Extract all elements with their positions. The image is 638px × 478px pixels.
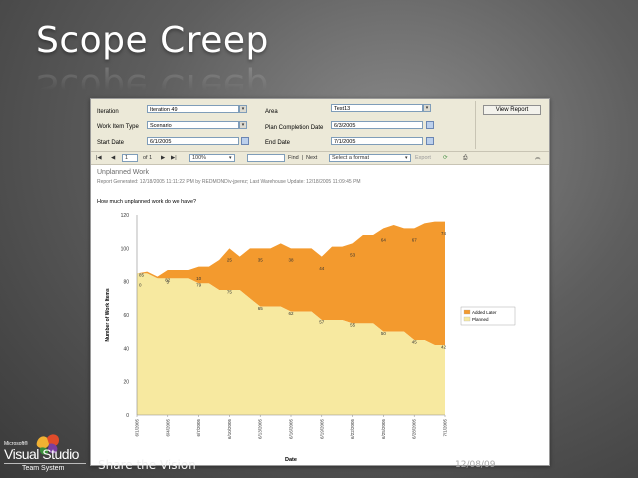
work-item-type-label: Work Item Type xyxy=(97,124,139,130)
x-tick-label: 6/22/2005 xyxy=(350,419,355,440)
plan-completion-date-field[interactable]: 6/3/2005 xyxy=(331,121,423,129)
chevron-down-icon[interactable]: ▾ xyxy=(423,104,431,112)
data-label: 79 xyxy=(196,283,202,288)
x-tick-label: 6/7/2005 xyxy=(196,419,201,437)
next-link[interactable]: Next xyxy=(306,154,317,162)
y-tick-label: 40 xyxy=(123,346,129,352)
x-tick-label: 6/28/2005 xyxy=(412,419,417,440)
data-label: 85 xyxy=(139,273,145,278)
legend-label: Added Later xyxy=(472,310,497,315)
footer-text: Share the Vision xyxy=(98,458,196,472)
last-page-icon[interactable]: ▶| xyxy=(171,154,177,162)
report-parameters: Iteration Iteration 49 ▾ Work Item Type … xyxy=(91,99,549,152)
page-number-input[interactable]: 1 xyxy=(122,154,138,162)
next-page-icon[interactable]: ▶ xyxy=(161,154,165,162)
chevron-down-icon[interactable]: ▾ xyxy=(239,121,247,129)
logo-edition-text: Team System xyxy=(22,465,65,472)
data-label: 42 xyxy=(441,344,447,349)
y-tick-label: 100 xyxy=(121,246,130,252)
slide-title: Scope Creep xyxy=(36,20,269,61)
legend-swatch xyxy=(463,309,471,315)
calendar-icon[interactable] xyxy=(426,121,434,129)
print-icon[interactable]: ⎙ xyxy=(463,154,467,162)
export-format-select[interactable]: Select a format xyxy=(329,154,411,162)
start-date-field[interactable]: 6/1/2005 xyxy=(147,137,239,145)
data-label: 45 xyxy=(412,339,418,344)
data-label: 35 xyxy=(258,258,264,263)
x-tick-label: 6/1/2005 xyxy=(135,419,140,437)
y-tick-label: 120 xyxy=(121,213,130,219)
report-title: Unplanned Work xyxy=(97,169,150,176)
legend-swatch xyxy=(463,316,471,322)
data-label: 65 xyxy=(258,306,264,311)
y-tick-label: 0 xyxy=(126,413,129,419)
export-link[interactable]: Export xyxy=(415,154,431,162)
data-label: 64 xyxy=(381,238,387,243)
x-tick-label: 6/19/2005 xyxy=(319,419,324,440)
end-date-field[interactable]: 7/1/2005 xyxy=(331,137,423,145)
data-label: 44 xyxy=(319,266,325,271)
report-toolbar: |◀ ◀ 1 of 1 ▶ ▶| 100% ▾ Find | Next Sele… xyxy=(91,152,549,165)
refresh-icon[interactable]: ⟳ xyxy=(443,154,448,162)
first-page-icon[interactable]: |◀ xyxy=(96,154,102,162)
data-label: 57 xyxy=(319,319,325,324)
calendar-icon[interactable] xyxy=(426,137,434,145)
report-viewer-window: Iteration Iteration 49 ▾ Work Item Type … xyxy=(90,98,550,466)
chevron-down-icon[interactable]: ▾ xyxy=(405,154,408,162)
toolbar-separator: | xyxy=(302,155,304,161)
chevron-down-icon[interactable]: ▾ xyxy=(229,154,232,162)
iteration-select[interactable]: Iteration 49 xyxy=(147,105,239,113)
data-label: 75 xyxy=(227,289,233,294)
data-label: 67 xyxy=(412,238,418,243)
logo-product-text: Visual Studio xyxy=(4,446,79,462)
work-item-type-select[interactable]: Scenario xyxy=(147,121,239,129)
data-label: 50 xyxy=(381,331,387,336)
y-tick-label: 20 xyxy=(123,380,129,386)
legend-label: Planned xyxy=(472,317,489,322)
end-date-label: End Date xyxy=(265,140,291,146)
chevron-down-icon[interactable]: ▾ xyxy=(239,105,247,113)
slide-date: 12/08/09 xyxy=(455,460,496,470)
x-tick-label: 6/13/2005 xyxy=(258,419,263,440)
data-label: 25 xyxy=(227,258,233,263)
data-label: 10 xyxy=(196,276,202,281)
area-select[interactable]: Test13 xyxy=(331,104,423,112)
find-link[interactable]: Find xyxy=(288,154,299,162)
collapse-icon[interactable]: ︽ xyxy=(535,154,541,162)
logo-divider xyxy=(4,463,86,464)
y-tick-label: 80 xyxy=(123,280,129,286)
report-question: How much unplanned work do we have? xyxy=(97,199,197,205)
y-tick-label: 60 xyxy=(123,313,129,319)
view-report-button[interactable]: View Report xyxy=(483,105,541,115)
x-axis-title: Date xyxy=(285,457,297,463)
report-body: Unplanned Work Report Generated: 12/18/2… xyxy=(91,165,549,465)
iteration-label: Iteration xyxy=(97,109,119,115)
page-count-label: of 1 xyxy=(143,155,153,161)
calendar-icon[interactable] xyxy=(241,137,249,145)
area-label: Area xyxy=(265,109,278,115)
report-generated-info: Report Generated: 12/18/2005 11:11:22 PM… xyxy=(97,179,361,185)
start-date-label: Start Date xyxy=(97,140,125,146)
data-label: 74 xyxy=(441,231,447,236)
previous-page-icon[interactable]: ◀ xyxy=(111,154,115,162)
data-label: 53 xyxy=(350,253,356,258)
unplanned-work-chart: 0 20 40 60 80 100 120 6/1/2005 6/4/2005 6/7/2005 6… xyxy=(105,213,516,463)
data-label: 38 xyxy=(288,258,294,263)
y-axis-title: Number of Work Items xyxy=(105,288,111,341)
data-label: 62 xyxy=(288,311,294,316)
x-tick-label: 6/16/2005 xyxy=(289,419,294,440)
x-tick-label: 6/10/2005 xyxy=(227,419,232,440)
x-tick-label: 7/1/2005 xyxy=(443,419,448,437)
parameter-divider xyxy=(475,101,476,149)
x-tick-label: 6/25/2005 xyxy=(381,419,386,440)
find-input[interactable] xyxy=(247,154,285,162)
data-label: 55 xyxy=(350,323,356,328)
plan-completion-date-label: Plan Completion Date xyxy=(265,125,324,131)
x-tick-label: 6/4/2005 xyxy=(165,419,170,437)
